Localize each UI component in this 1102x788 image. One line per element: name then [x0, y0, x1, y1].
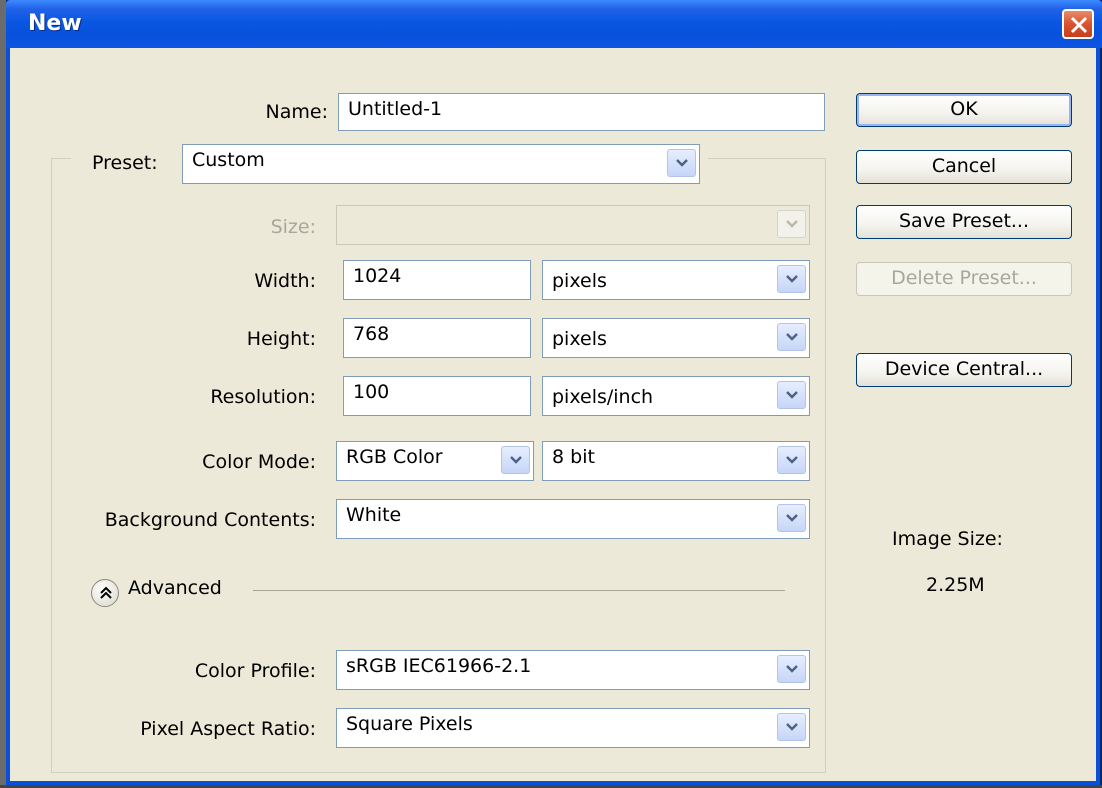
close-icon: [1070, 16, 1088, 34]
resolution-label: Resolution:: [210, 386, 316, 408]
width-input[interactable]: 1024: [343, 260, 531, 300]
ok-button[interactable]: OK: [856, 93, 1072, 127]
close-button[interactable]: [1062, 9, 1094, 39]
resolution-input[interactable]: 100: [343, 376, 531, 416]
chevron-down-icon[interactable]: [777, 713, 806, 741]
height-unit-value: pixels: [552, 328, 607, 350]
resolution-unit-select[interactable]: pixels/inch: [542, 376, 810, 416]
image-size-value: 2.25M: [926, 574, 985, 596]
width-unit-value: pixels: [552, 270, 607, 292]
color-mode-label: Color Mode:: [202, 451, 316, 473]
delete-preset-button: Delete Preset...: [856, 262, 1072, 296]
device-central-button[interactable]: Device Central...: [856, 353, 1072, 387]
chevron-down-icon[interactable]: [777, 655, 806, 683]
preset-select[interactable]: Custom: [182, 144, 700, 184]
title-bar[interactable]: New: [6, 0, 1102, 48]
chevron-down-icon[interactable]: [667, 149, 696, 177]
background-contents-label: Background Contents:: [104, 509, 316, 531]
image-size-label: Image Size:: [892, 528, 1003, 550]
height-label: Height:: [246, 328, 316, 350]
pixel-aspect-ratio-select[interactable]: Square Pixels: [336, 708, 810, 748]
preset-group-border: [51, 772, 826, 773]
width-unit-select[interactable]: pixels: [542, 260, 810, 300]
color-mode-value: RGB Color: [346, 446, 443, 468]
preset-value: Custom: [192, 149, 265, 171]
width-label: Width:: [254, 270, 316, 292]
size-label: Size:: [270, 216, 316, 238]
color-profile-label: Color Profile:: [194, 660, 316, 682]
preset-group-border: [708, 158, 826, 159]
chevron-down-icon[interactable]: [777, 323, 806, 351]
background-contents-select[interactable]: White: [336, 499, 810, 539]
height-input[interactable]: 768: [343, 318, 531, 358]
advanced-divider: [253, 590, 785, 591]
preset-group-border: [825, 158, 826, 773]
preset-label: Preset:: [92, 152, 158, 174]
name-input[interactable]: Untitled-1: [338, 93, 825, 131]
name-label: Name:: [265, 101, 328, 123]
bit-depth-select[interactable]: 8 bit: [542, 441, 810, 481]
preset-group-border: [51, 158, 71, 159]
new-document-dialog: New Name: Untitled-1 Preset: Custom Size…: [0, 0, 1102, 788]
dialog-body: Name: Untitled-1 Preset: Custom Size: Wi…: [6, 48, 1100, 785]
chevron-down-icon[interactable]: [777, 381, 806, 409]
resolution-unit-value: pixels/inch: [552, 386, 654, 408]
height-unit-select[interactable]: pixels: [542, 318, 810, 358]
bit-depth-value: 8 bit: [552, 446, 595, 468]
size-select: [336, 205, 810, 245]
preset-group-border: [51, 158, 52, 773]
cancel-button[interactable]: Cancel: [856, 150, 1072, 184]
save-preset-button[interactable]: Save Preset...: [856, 205, 1072, 239]
background-contents-value: White: [346, 504, 402, 526]
advanced-label[interactable]: Advanced: [128, 577, 222, 599]
pixel-aspect-ratio-value: Square Pixels: [346, 713, 473, 735]
chevron-down-icon[interactable]: [777, 504, 806, 532]
collapse-advanced-icon[interactable]: [91, 579, 119, 607]
dialog-title: New: [28, 11, 82, 36]
color-mode-select[interactable]: RGB Color: [336, 441, 534, 481]
color-profile-select[interactable]: sRGB IEC61966-2.1: [336, 650, 810, 690]
pixel-aspect-ratio-label: Pixel Aspect Ratio:: [140, 718, 316, 740]
chevron-down-icon: [777, 210, 806, 238]
color-profile-value: sRGB IEC61966-2.1: [346, 655, 532, 677]
chevron-down-icon[interactable]: [777, 265, 806, 293]
chevron-down-icon[interactable]: [501, 446, 530, 474]
chevron-down-icon[interactable]: [777, 446, 806, 474]
